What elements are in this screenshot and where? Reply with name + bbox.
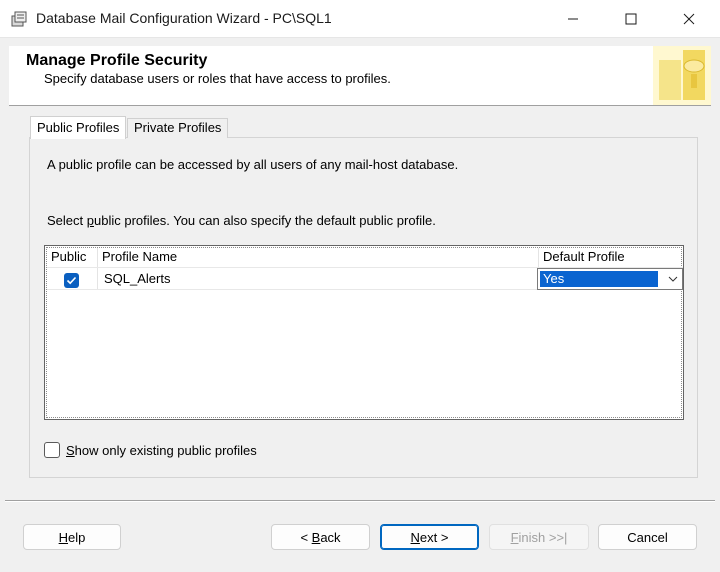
page-subtitle: Specify database users or roles that hav… — [44, 71, 391, 86]
instruction-text: Select — [47, 213, 87, 228]
page-title: Manage Profile Security — [26, 52, 208, 69]
panel-description: A public profile can be accessed by all … — [47, 157, 459, 172]
help-label: elp — [68, 529, 86, 545]
close-button[interactable] — [660, 0, 718, 38]
next-accesskey: N — [410, 529, 420, 545]
maximize-icon — [625, 13, 637, 25]
checkbox-box[interactable] — [44, 442, 60, 458]
finish-label: inish >>| — [518, 529, 568, 545]
chevron-down-icon — [668, 276, 678, 282]
default-profile-value: Yes — [540, 271, 658, 287]
finish-button[interactable]: Finish >>| — [489, 524, 589, 550]
checkmark-icon — [66, 276, 77, 285]
column-header-public[interactable]: Public — [51, 249, 86, 269]
tab-public-profiles[interactable]: Public Profiles — [30, 116, 127, 139]
panel-instruction: Select public profiles. You can also spe… — [47, 213, 436, 228]
help-button[interactable]: Help — [23, 524, 121, 550]
next-button[interactable]: Next > — [380, 524, 479, 550]
back-button[interactable]: < Back — [271, 524, 370, 550]
row-public-checkbox[interactable] — [64, 273, 79, 288]
minimize-button[interactable] — [544, 0, 602, 38]
column-header-default-profile[interactable]: Default Profile — [543, 249, 625, 269]
wizard-graphic-icon — [653, 46, 711, 105]
maximize-button[interactable] — [602, 0, 660, 38]
back-accesskey: B — [311, 529, 321, 545]
finish-accesskey: F — [510, 529, 519, 545]
next-label: ext > — [419, 529, 449, 545]
instruction-accesskey: p — [86, 213, 94, 228]
default-profile-dropdown[interactable]: Yes — [537, 268, 683, 290]
window-title: Database Mail Configuration Wizard - PC\… — [36, 10, 332, 26]
tab-private-profiles[interactable]: Private Profiles — [127, 118, 229, 138]
back-prefix: < — [300, 529, 312, 545]
close-icon — [683, 13, 695, 25]
column-header-profile-name[interactable]: Profile Name — [102, 249, 177, 269]
show-only-label: Show only existing public profiles — [66, 443, 257, 458]
cancel-button[interactable]: Cancel — [598, 524, 697, 550]
minimize-icon — [568, 18, 578, 20]
footer-divider-highlight — [5, 501, 715, 502]
profiles-grid[interactable]: Public Profile Name Default Profile SQL_… — [44, 245, 684, 420]
help-accesskey: H — [58, 529, 69, 545]
row-profile-name[interactable]: SQL_Alerts — [104, 271, 170, 286]
title-bar: Database Mail Configuration Wizard - PC\… — [0, 0, 720, 38]
column-separator — [97, 248, 98, 289]
show-only-accesskey: S — [66, 442, 75, 458]
show-only-label-text: how only existing public profiles — [74, 442, 257, 458]
back-label: ack — [320, 529, 341, 545]
show-only-existing-checkbox[interactable]: Show only existing public profiles — [44, 442, 257, 458]
wizard-header: Manage Profile Security Specify database… — [9, 46, 711, 106]
app-icon — [11, 11, 27, 27]
instruction-text-rest: ublic profiles. You can also specify the… — [93, 213, 436, 228]
